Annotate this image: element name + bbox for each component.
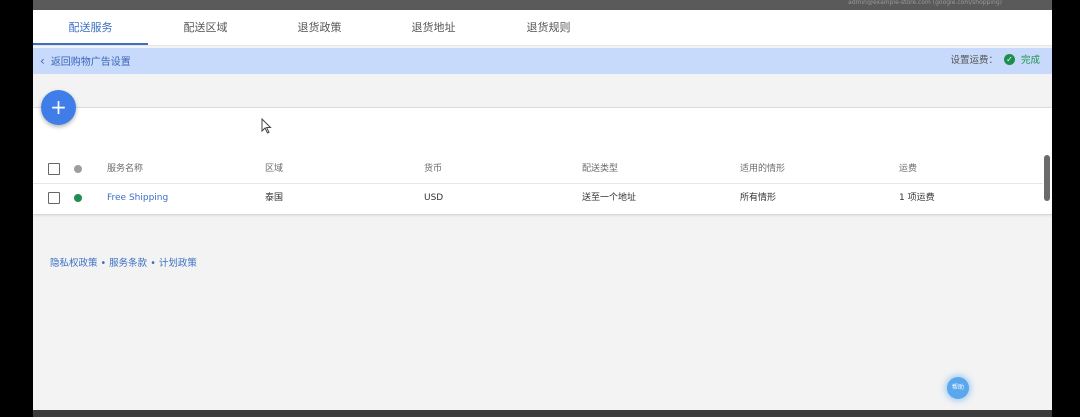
- scrollbar-thumb[interactable]: [1044, 155, 1050, 201]
- column-header-applicable[interactable]: 适用的情形: [740, 155, 785, 183]
- chevron-left-icon: ‹: [40, 54, 45, 68]
- select-all-checkbox[interactable]: [48, 163, 60, 175]
- account-text: admin@example-store.com (google.com/shop…: [848, 0, 1002, 6]
- add-service-button[interactable]: +: [41, 90, 76, 125]
- help-bubble-button[interactable]: 帮助: [947, 377, 969, 399]
- status-done: 完成: [1020, 55, 1040, 66]
- footer-separator: •: [97, 258, 110, 269]
- tab-shipping-regions[interactable]: 配送区域: [148, 10, 263, 45]
- active-status-dot: [74, 194, 82, 202]
- shipping-status: 设置运费： ✓ 完成: [950, 48, 1040, 74]
- status-dot-header: [74, 165, 82, 173]
- table-row[interactable]: Free Shipping 泰国 USD 送至一个地址 所有情形 1 项运费: [33, 184, 1043, 212]
- row-checkbox[interactable]: [48, 192, 60, 204]
- tab-bar: 配送服务 配送区域 退货政策 退货地址 退货规则: [33, 10, 1052, 46]
- back-link[interactable]: ‹ 返回购物广告设置: [40, 48, 131, 74]
- tab-return-rules[interactable]: 退货规则: [491, 10, 606, 45]
- service-name-link[interactable]: Free Shipping: [107, 184, 168, 212]
- back-link-label: 返回购物广告设置: [50, 57, 131, 68]
- page-header-strip: ‹ 返回购物广告设置 设置运费： ✓ 完成: [33, 48, 1052, 74]
- help-bubble-label: 帮助: [951, 384, 964, 391]
- column-header-currency[interactable]: 货币: [424, 155, 442, 183]
- column-header-name[interactable]: 服务名称: [107, 155, 143, 183]
- privacy-policy-link[interactable]: 隐私权政策: [50, 258, 98, 269]
- program-policies-link[interactable]: 计划政策: [159, 258, 197, 269]
- cell-region: 泰国: [265, 193, 284, 203]
- cell-currency: USD: [424, 193, 444, 203]
- bottom-bar: [33, 410, 1052, 417]
- table-header: 服务名称 区域 货币 配送类型 适用的情形 运费: [33, 155, 1043, 184]
- services-table: 服务名称 区域 货币 配送类型 适用的情形 运费 Free Shipping 泰…: [33, 108, 1052, 215]
- check-circle-icon: ✓: [1003, 54, 1015, 65]
- tab-shipping-services[interactable]: 配送服务: [33, 10, 148, 45]
- footer-separator: •: [147, 258, 159, 269]
- terms-of-service-link[interactable]: 服务条款: [109, 258, 147, 269]
- tab-return-policy[interactable]: 退货政策: [262, 10, 377, 45]
- column-header-region[interactable]: 区域: [265, 155, 283, 183]
- top-account-bar: admin@example-store.com (google.com/shop…: [33, 0, 1052, 10]
- mouse-pointer-icon: [261, 118, 272, 134]
- cell-delivery-type: 送至一个地址: [582, 193, 637, 203]
- tab-return-address[interactable]: 退货地址: [376, 10, 491, 45]
- plus-icon: +: [50, 95, 67, 119]
- cell-applicable: 所有情形: [740, 193, 777, 203]
- cell-rate: 1 项运费: [899, 193, 935, 203]
- footer-links: 隐私权政策 • 服务条款 • 计划政策: [50, 255, 197, 269]
- column-header-delivery-type[interactable]: 配送类型: [582, 155, 618, 183]
- merchant-app: 配送服务 配送区域 退货政策 退货地址 退货规则 ‹ 返回购物广告设置 设置运费：…: [33, 10, 1052, 410]
- column-header-rate[interactable]: 运费: [899, 155, 917, 183]
- status-prefix: 设置运费：: [950, 55, 998, 66]
